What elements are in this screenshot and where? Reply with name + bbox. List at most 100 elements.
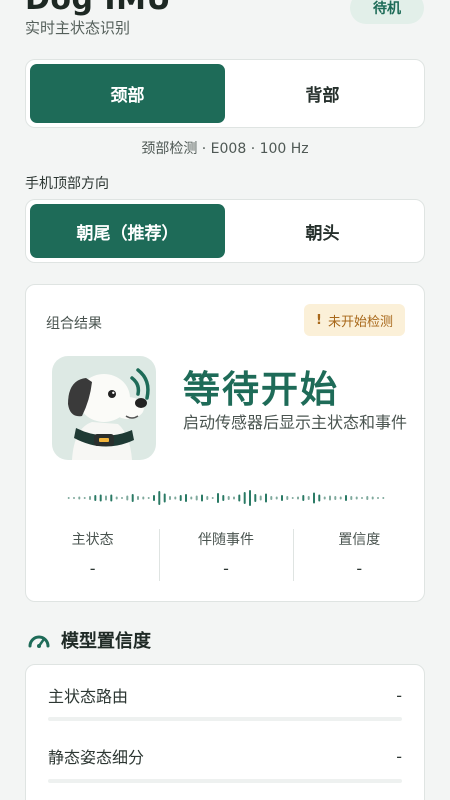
waveform-bar: [313, 492, 315, 504]
waveform-bar: [233, 496, 235, 500]
orientation-selector: 朝尾（推荐） 朝头: [25, 199, 425, 263]
waveform-bar: [286, 496, 289, 500]
confidence-row-value: -: [396, 685, 402, 705]
position-selector: 颈部 背部: [25, 59, 425, 128]
waveform-bar: [190, 496, 193, 500]
orientation-option-tail[interactable]: 朝尾（推荐）: [30, 204, 225, 258]
waveform-bar: [142, 496, 145, 500]
waveform-bar: [153, 495, 155, 501]
waveform-bar: [227, 496, 230, 500]
waveform-bar: [259, 495, 262, 501]
confidence-row: 主状态路由 -: [48, 675, 402, 715]
app-title: Dog IMU: [25, 0, 171, 17]
dog-illustration: [52, 356, 156, 460]
waveform-bar: [361, 497, 363, 499]
waveform-bar: [243, 492, 246, 504]
waveform-bar: [89, 496, 91, 500]
not-started-badge: ! 未开始检测: [304, 304, 405, 336]
waveform-bar: [323, 496, 326, 500]
waveform-bar: [174, 496, 177, 500]
metric-value: -: [356, 559, 363, 578]
waveform-bar: [67, 497, 70, 499]
waveform-bar: [339, 496, 342, 500]
waveform-bar: [318, 494, 321, 502]
waveform-bar: [126, 495, 129, 501]
app-subtitle: 实时主状态识别: [25, 19, 131, 37]
waveform-bar: [137, 496, 139, 500]
confidence-bar: [48, 779, 402, 783]
result-state: 等待开始: [183, 368, 339, 411]
confidence-row-value: -: [396, 746, 402, 766]
waveform-bar: [110, 494, 113, 502]
metric-label: 置信度: [338, 532, 381, 548]
confidence-bar: [48, 717, 402, 721]
result-card: 组合结果 ! 未开始检测 等待开始 启动传感器后显示主状态和事件 主状态 - 伴…: [25, 284, 425, 602]
metric-main-state: 主状态 -: [26, 529, 159, 581]
waveform-bar: [329, 495, 331, 501]
detect-info: 颈部检测 · E008 · 100 Hz: [141, 141, 309, 157]
result-description: 启动传感器后显示主状态和事件: [183, 413, 408, 432]
gauge-icon: [28, 635, 50, 648]
result-label: 组合结果: [46, 316, 102, 332]
waveform-bar: [99, 494, 102, 502]
metric-events: 伴随事件 -: [159, 529, 292, 581]
waveform-bar: [163, 493, 166, 503]
metric-confidence: 置信度 -: [292, 529, 426, 581]
waveform-bar: [78, 496, 81, 500]
waveform-bar: [366, 496, 369, 500]
waveform-bar: [270, 496, 273, 500]
metric-label: 伴随事件: [197, 532, 254, 548]
confidence-header: 模型置信度: [27, 627, 151, 653]
waveform-bar: [345, 495, 347, 501]
waveform-bar: [169, 496, 171, 500]
waveform-bar: [297, 496, 299, 500]
waveform-bar: [377, 497, 379, 499]
waveform-bar: [275, 496, 278, 500]
orientation-label: 手机顶部方向: [25, 176, 109, 192]
waveform-bar: [254, 494, 257, 502]
status-pill: 待机: [350, 0, 424, 24]
confidence-row: 静态姿态细分 -: [48, 736, 402, 776]
waveform-bar: [211, 497, 214, 499]
waveform-bar: [179, 495, 182, 501]
waveform-bar: [249, 490, 251, 506]
waveform-bar: [371, 496, 374, 500]
confidence-row-label: 主状态路由: [48, 687, 129, 706]
waveform-bar: [265, 493, 267, 503]
waveform-bar: [195, 495, 198, 501]
confidence-title: 模型置信度: [61, 631, 151, 652]
waveform-bar: [158, 491, 161, 505]
waveform-bar: [73, 497, 75, 499]
metric-label: 主状态: [71, 532, 114, 548]
dog-icon: [68, 368, 150, 460]
waveform-bar: [350, 496, 353, 500]
waveform-bar: [307, 496, 310, 500]
warning-icon: !: [316, 312, 322, 328]
waveform-bar: [355, 496, 358, 500]
waveform-bar: [217, 493, 219, 503]
waveform-bar: [115, 496, 118, 500]
waveform-bar: [291, 497, 294, 499]
badge-text: 未开始检测: [327, 314, 393, 330]
waveform-bar: [185, 494, 187, 502]
waveform-bar: [94, 495, 97, 501]
waveform-bar: [302, 495, 305, 501]
metric-value: -: [89, 559, 96, 578]
app-screen: Dog IMU 实时主状态识别 待机 颈部 背部 颈部检测 · E008 · 1…: [0, 0, 450, 800]
confidence-card: 主状态路由 - 静态姿态细分 -: [25, 664, 425, 800]
position-option-back[interactable]: 背部: [225, 64, 420, 123]
waveform-bar: [147, 497, 150, 499]
waveform-bar: [201, 494, 203, 502]
waveform-bar: [382, 497, 385, 499]
position-option-neck[interactable]: 颈部: [30, 64, 225, 123]
waveform-bar: [281, 495, 283, 501]
waveform-bar: [334, 496, 337, 500]
waveform-bar: [206, 496, 209, 500]
confidence-row-label: 静态姿态细分: [48, 748, 145, 767]
result-metrics: 主状态 - 伴随事件 - 置信度 -: [26, 529, 426, 581]
metric-value: -: [223, 559, 229, 578]
waveform-bar: [238, 494, 241, 502]
waveform-bar: [131, 494, 134, 502]
waveform-bar: [105, 495, 107, 501]
orientation-option-head[interactable]: 朝头: [225, 204, 420, 258]
